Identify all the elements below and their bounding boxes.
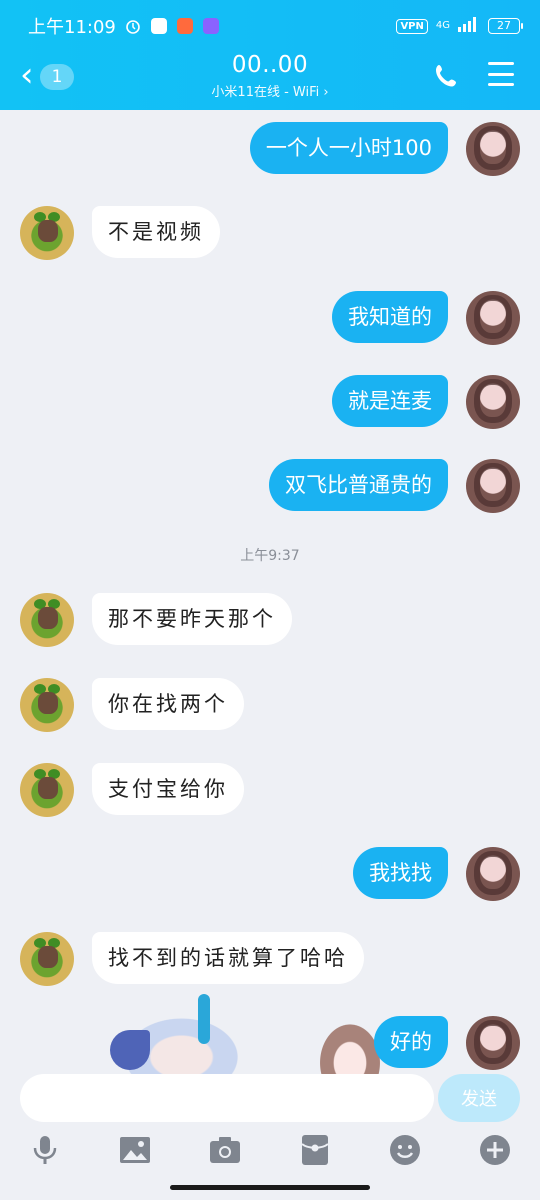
- self-avatar[interactable]: [466, 375, 520, 429]
- message-row: 双飞比普通贵的: [269, 459, 520, 513]
- contact-avatar[interactable]: [20, 678, 74, 732]
- qq-app-icon: [150, 17, 168, 35]
- chat-header: 上午11:09 VPN 4G 27 ‹ 1 00..00 小米11在线 - Wi…: [0, 0, 540, 110]
- message-bubble-self[interactable]: 好的: [374, 1016, 448, 1068]
- image-icon[interactable]: [119, 1134, 151, 1166]
- menu-button[interactable]: [488, 62, 514, 86]
- menu-icon-line: [488, 83, 514, 86]
- contact-avatar[interactable]: [20, 593, 74, 647]
- red-packet-icon[interactable]: [299, 1134, 331, 1166]
- message-row: 不是视频: [20, 206, 220, 260]
- message-row: 我找找: [353, 847, 520, 901]
- input-toolbar: [0, 1130, 540, 1174]
- network-type: 4G: [435, 20, 450, 31]
- self-avatar[interactable]: [466, 1016, 520, 1070]
- message-row: 你在找两个: [20, 678, 244, 732]
- anime-boy-sticker: [110, 994, 240, 1078]
- message-row: 找不到的话就算了哈哈: [20, 932, 364, 986]
- message-bubble-other[interactable]: 那不要昨天那个: [92, 593, 292, 645]
- signal-icon: [458, 16, 480, 36]
- self-avatar[interactable]: [466, 847, 520, 901]
- self-avatar[interactable]: [466, 122, 520, 176]
- vpn-badge: VPN: [396, 18, 428, 34]
- purple-app-icon: [202, 17, 220, 35]
- menu-icon-line: [488, 72, 514, 76]
- battery-indicator: 27: [488, 18, 523, 34]
- home-indicator[interactable]: [170, 1185, 370, 1190]
- message-row: 支付宝给你: [20, 763, 244, 817]
- phone-icon: [436, 65, 456, 87]
- message-row: 那不要昨天那个: [20, 593, 292, 647]
- message-bubble-other[interactable]: 不是视频: [92, 206, 220, 258]
- message-bubble-self[interactable]: 双飞比普通贵的: [269, 459, 448, 511]
- mic-icon[interactable]: [29, 1134, 61, 1166]
- message-bubble-self[interactable]: 我找找: [353, 847, 448, 899]
- message-bubble-self[interactable]: 我知道的: [332, 291, 448, 343]
- message-bubble-other[interactable]: 支付宝给你: [92, 763, 244, 815]
- emoji-icon[interactable]: [389, 1134, 421, 1166]
- menu-icon-line: [488, 62, 514, 65]
- message-row: 好的: [374, 1016, 520, 1070]
- message-bubble-self[interactable]: 就是连麦: [332, 375, 448, 427]
- message-timestamp: 上午9:37: [240, 548, 300, 564]
- self-avatar[interactable]: [466, 459, 520, 513]
- message-row: 就是连麦: [332, 375, 520, 429]
- message-list[interactable]: 一个人一小时100 不是视频 我知道的 就是连麦 双飞比普通贵的 上午9:37 …: [0, 110, 540, 1078]
- message-bubble-other[interactable]: 你在找两个: [92, 678, 244, 730]
- message-row: 我知道的: [332, 291, 520, 345]
- contact-avatar[interactable]: [20, 932, 74, 986]
- nav-bar: ‹ 1 00..00 小米11在线 - WiFi ›: [0, 50, 540, 106]
- message-bubble-other[interactable]: 找不到的话就算了哈哈: [92, 932, 364, 984]
- camera-icon[interactable]: [209, 1134, 241, 1166]
- contact-avatar[interactable]: [20, 206, 74, 260]
- message-row: 一个人一小时100: [249, 122, 520, 176]
- sticker-decoration: [110, 994, 390, 1078]
- message-input[interactable]: [20, 1074, 434, 1122]
- shop-app-icon: [176, 17, 194, 35]
- status-time: 上午11:09: [28, 17, 116, 38]
- input-bar: 发送: [0, 1070, 540, 1128]
- message-bubble-self[interactable]: 一个人一小时100: [249, 122, 448, 174]
- plus-icon[interactable]: [479, 1134, 511, 1166]
- status-bar: 上午11:09 VPN 4G 27: [28, 10, 523, 42]
- self-avatar[interactable]: [466, 291, 520, 345]
- contact-avatar[interactable]: [20, 763, 74, 817]
- call-button[interactable]: [432, 62, 460, 90]
- alarm-icon: [124, 17, 142, 35]
- send-button[interactable]: 发送: [438, 1074, 520, 1122]
